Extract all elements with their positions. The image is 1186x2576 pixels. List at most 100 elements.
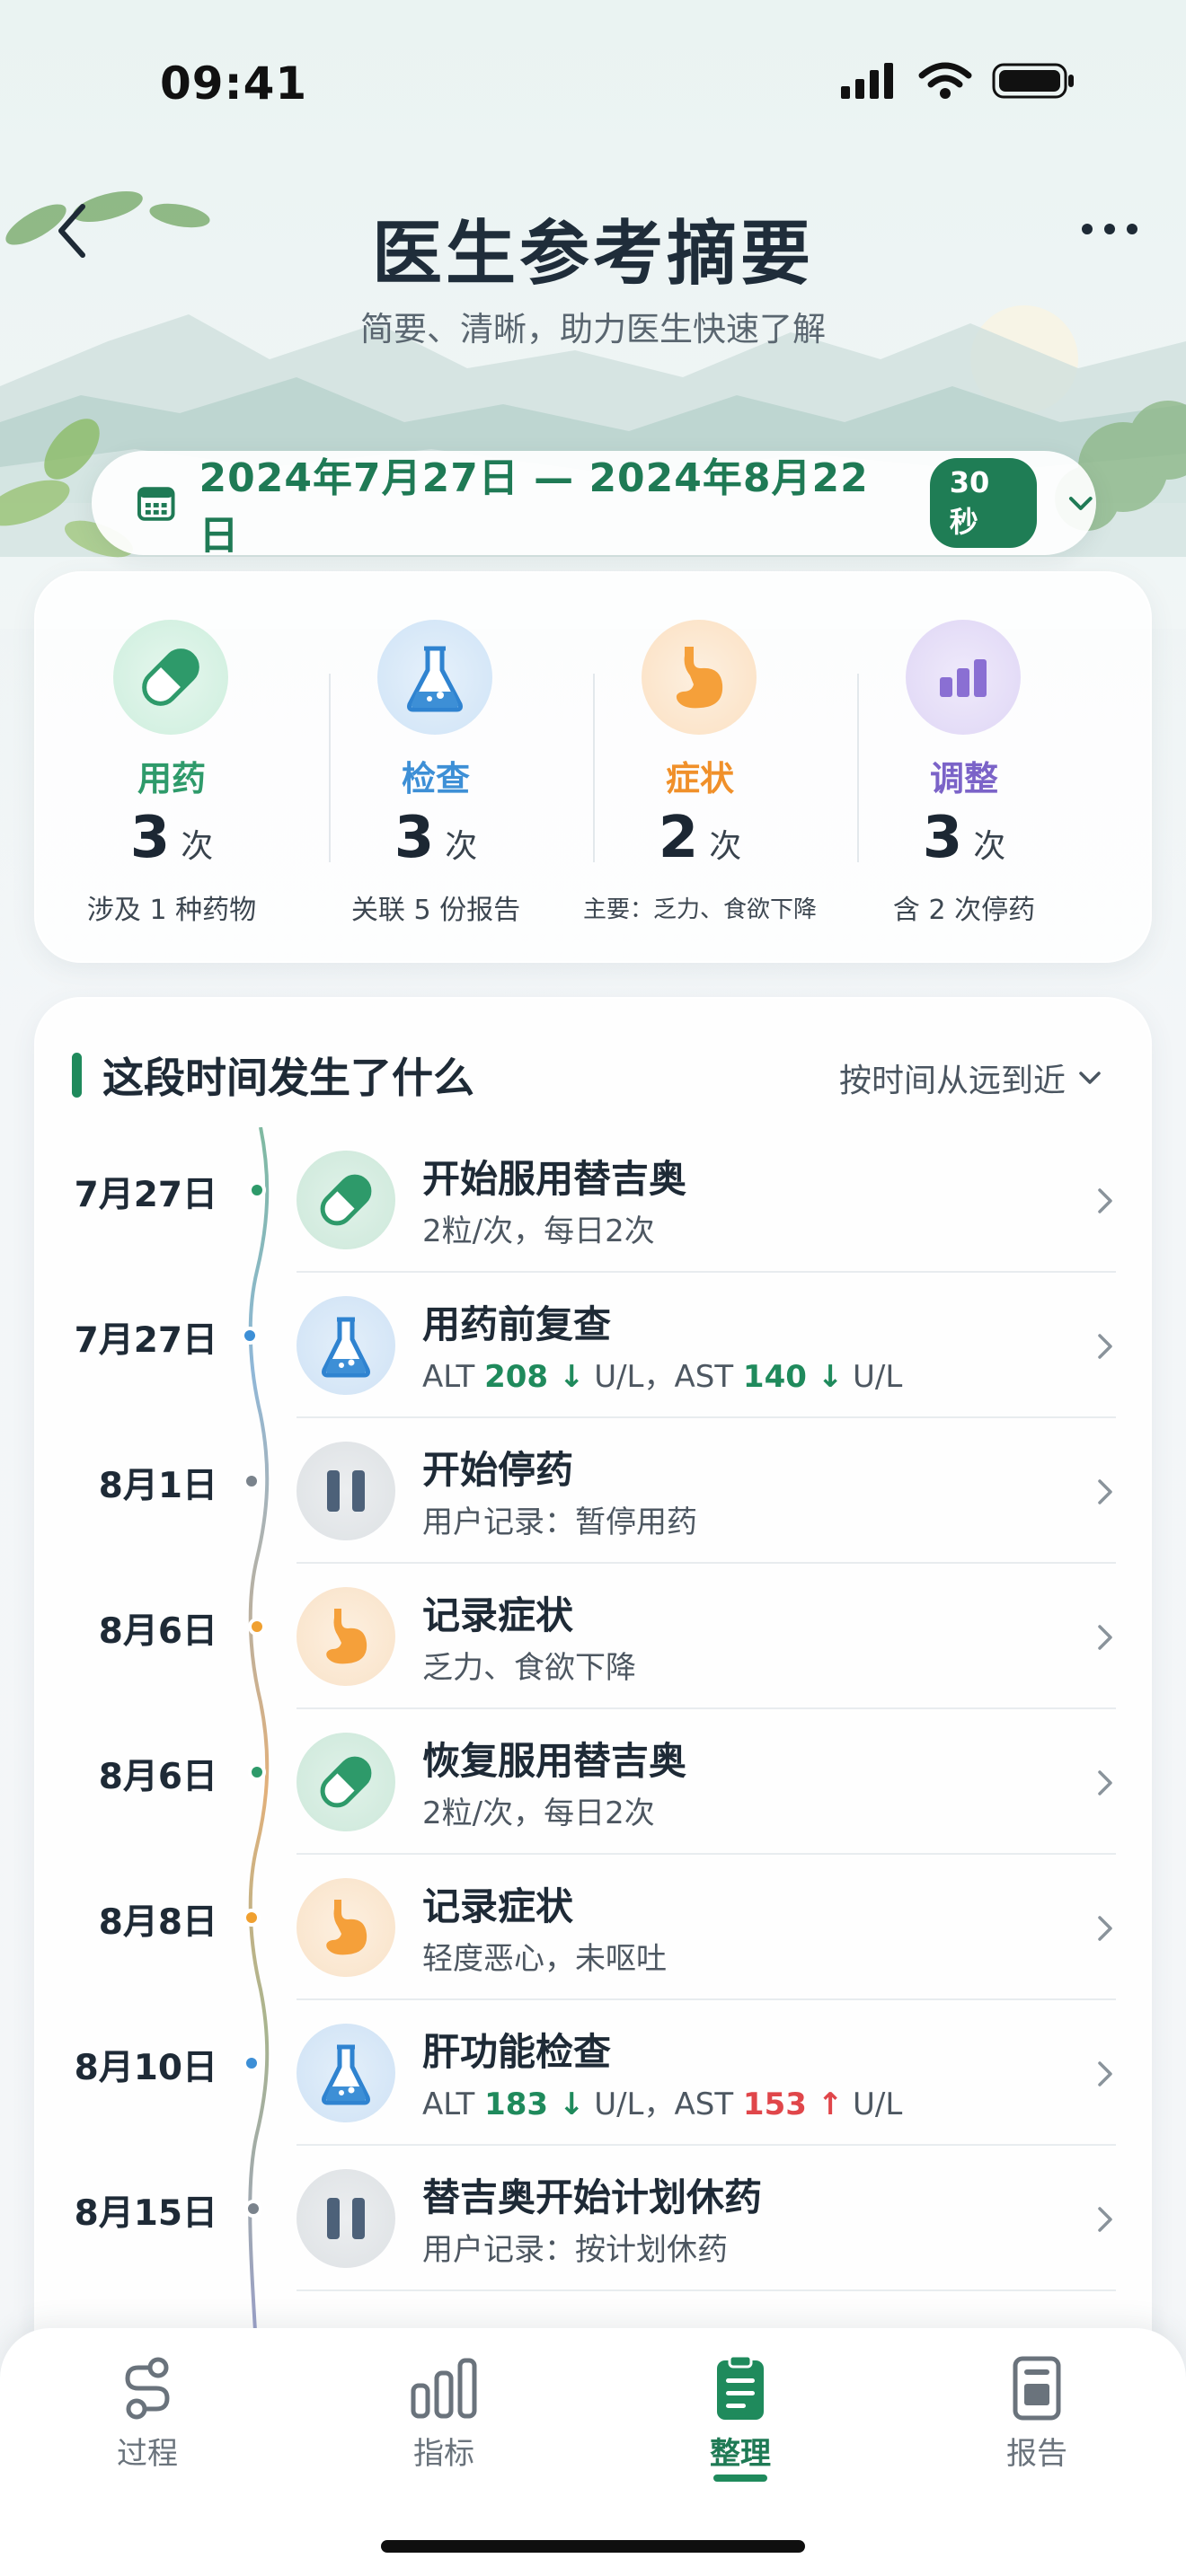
sort-dropdown[interactable]: 按时间从远到近 [839,1054,1103,1101]
status-time: 09:41 [160,57,308,110]
tab-process[interactable]: 过程 [58,2355,237,2481]
timeline-title: 这段时间发生了什么 [102,1054,474,1102]
item-title: 开始停药 [422,1448,574,1492]
process-icon [125,2357,170,2420]
item-date: 7月27日 [74,1175,217,1215]
chevron-right-icon [1098,1479,1112,1504]
stat-adjust[interactable]: 调整 3次 含 2 次停药 [834,573,1094,965]
timeline-dot [243,2054,261,2072]
item-subtitle: 乏力、食欲下降 [422,1650,636,1686]
alt-value: 208 ↓ [484,1359,585,1395]
bar-chart-icon [906,620,1021,735]
clipboard-icon [717,2355,764,2420]
flask-icon [296,2024,395,2122]
metrics-icon [411,2358,477,2419]
stat-count: 2次 [658,805,742,871]
timeline-dot [248,1763,266,1781]
stat-label: 调整 [929,759,998,798]
timeline-item[interactable]: 8月10日 肝功能检查 ALT 183 ↓ U/L，AST 153 ↑ U/L [0,2000,1186,2146]
timeline-item[interactable]: 8月1日 开始停药 用户记录：暂停用药 [0,1418,1186,1564]
wifi-icon [918,62,972,88]
timeline-dot [243,1909,261,1927]
stat-count: 3次 [394,805,478,871]
home-indicator [381,2540,805,2553]
stat-desc: 主要：乏力、食欲下降 [582,896,817,923]
timeline-dot [244,2200,262,2218]
item-title: 恢复服用替吉奥 [422,1739,687,1783]
tab-report[interactable]: 报告 [947,2355,1127,2481]
date-range-text: 2024年7月27日 — 2024年8月22日 [199,455,869,559]
item-date: 8月10日 [74,2048,217,2088]
item-subtitle: 用户记录：暂停用药 [422,1504,697,1540]
timeline-item[interactable]: 8月6日 恢复服用替吉奥 2粒/次，每日2次 [0,1709,1186,1855]
tab-label: 整理 [710,2436,771,2472]
item-subtitle: ALT 183 ↓ U/L，AST 153 ↑ U/L [422,2086,903,2122]
chevron-right-icon [1098,1188,1112,1213]
item-date: 8月6日 [98,1611,217,1652]
stat-medication[interactable]: 用药 3次 涉及 1 种药物 [41,573,302,965]
capsule-icon [113,620,228,735]
duration-badge: 30秒 [929,458,1038,548]
capsule-icon [296,1151,395,1249]
item-subtitle: 2粒/次，每日2次 [422,1795,655,1831]
tab-metrics[interactable]: 指标 [354,2355,534,2481]
summary-card: 用药 3次 涉及 1 种药物 检查 3次 关联 5 份报告 症状 2次 主要：乏… [34,571,1152,963]
calendar-icon [137,487,175,521]
more-icon[interactable] [1078,216,1141,243]
item-date: 7月27日 [74,1320,217,1361]
stat-label: 用药 [137,759,206,798]
timeline-dot [241,1327,259,1345]
pause-icon [296,2169,395,2268]
battery-icon [992,63,1074,99]
page-title: 医生参考摘要 [371,213,814,295]
stat-desc: 关联 5 份报告 [350,895,521,926]
stomach-icon [296,1587,395,1686]
stat-desc: 涉及 1 种药物 [86,895,257,926]
tab-label: 报告 [1006,2436,1067,2472]
stat-exam[interactable]: 检查 3次 关联 5 份报告 [305,573,566,965]
chevron-right-icon [1098,1334,1112,1359]
timeline-item[interactable]: 8月15日 替吉奥开始计划休药 用户记录：按计划休药 [0,2146,1186,2291]
item-date: 8月6日 [98,1757,217,1797]
sort-label: 按时间从远到近 [839,1063,1067,1099]
chevron-right-icon [1098,1770,1112,1795]
capsule-icon [296,1733,395,1831]
timeline-item[interactable]: 8月6日 记录症状 乏力、食欲下降 [0,1564,1186,1709]
flask-icon [296,1296,395,1395]
active-tab-indicator [713,2475,767,2482]
item-date: 8月8日 [98,1902,217,1943]
item-title: 用药前复查 [422,1302,612,1346]
item-title: 开始服用替吉奥 [422,1157,687,1201]
item-title: 肝功能检查 [422,2030,612,2074]
item-subtitle: 轻度恶心，未呕吐 [422,1941,667,1977]
item-subtitle: 用户记录：按计划休药 [422,2232,728,2268]
date-range-selector[interactable]: 2024年7月27日 — 2024年8月22日 30秒 [92,451,1096,559]
item-subtitle: 2粒/次，每日2次 [422,1213,655,1249]
chevron-right-icon [1098,2061,1112,2086]
stat-symptom[interactable]: 症状 2次 主要：乏力、食欲下降 [570,573,830,965]
chevron-right-icon [1098,1625,1112,1650]
stomach-icon [296,1878,395,1977]
timeline-dot [248,1181,266,1199]
chevron-right-icon [1098,1916,1112,1941]
tab-label: 指标 [413,2436,474,2472]
tab-label: 过程 [117,2436,178,2472]
chevron-down-icon[interactable] [1066,488,1096,518]
stat-label: 症状 [665,759,734,798]
timeline-item[interactable]: 7月27日 开始服用替吉奥 2粒/次，每日2次 [0,1127,1186,1273]
item-subtitle: ALT 208 ↓ U/L，AST 140 ↓ U/L [422,1359,903,1395]
status-icons [841,62,1074,99]
item-title: 记录症状 [422,1884,574,1928]
timeline-item[interactable]: 8月8日 记录症状轻度恶心，未呕吐 [0,1855,1186,2000]
stat-desc: 含 2 次停药 [892,895,1036,926]
tab-organize[interactable]: 整理 [651,2355,830,2481]
timeline-item[interactable]: 7月27日 用药前复查 ALT 208 ↓ U/L，AST 140 ↓ U/L [0,1273,1186,1418]
pause-icon [296,1442,395,1540]
stomach-icon [642,620,757,735]
flask-icon [377,620,492,735]
section-accent [72,1053,82,1098]
report-icon [1013,2356,1061,2421]
divider [296,2289,1116,2291]
stat-count: 3次 [922,805,1006,871]
stat-label: 检查 [401,759,470,798]
